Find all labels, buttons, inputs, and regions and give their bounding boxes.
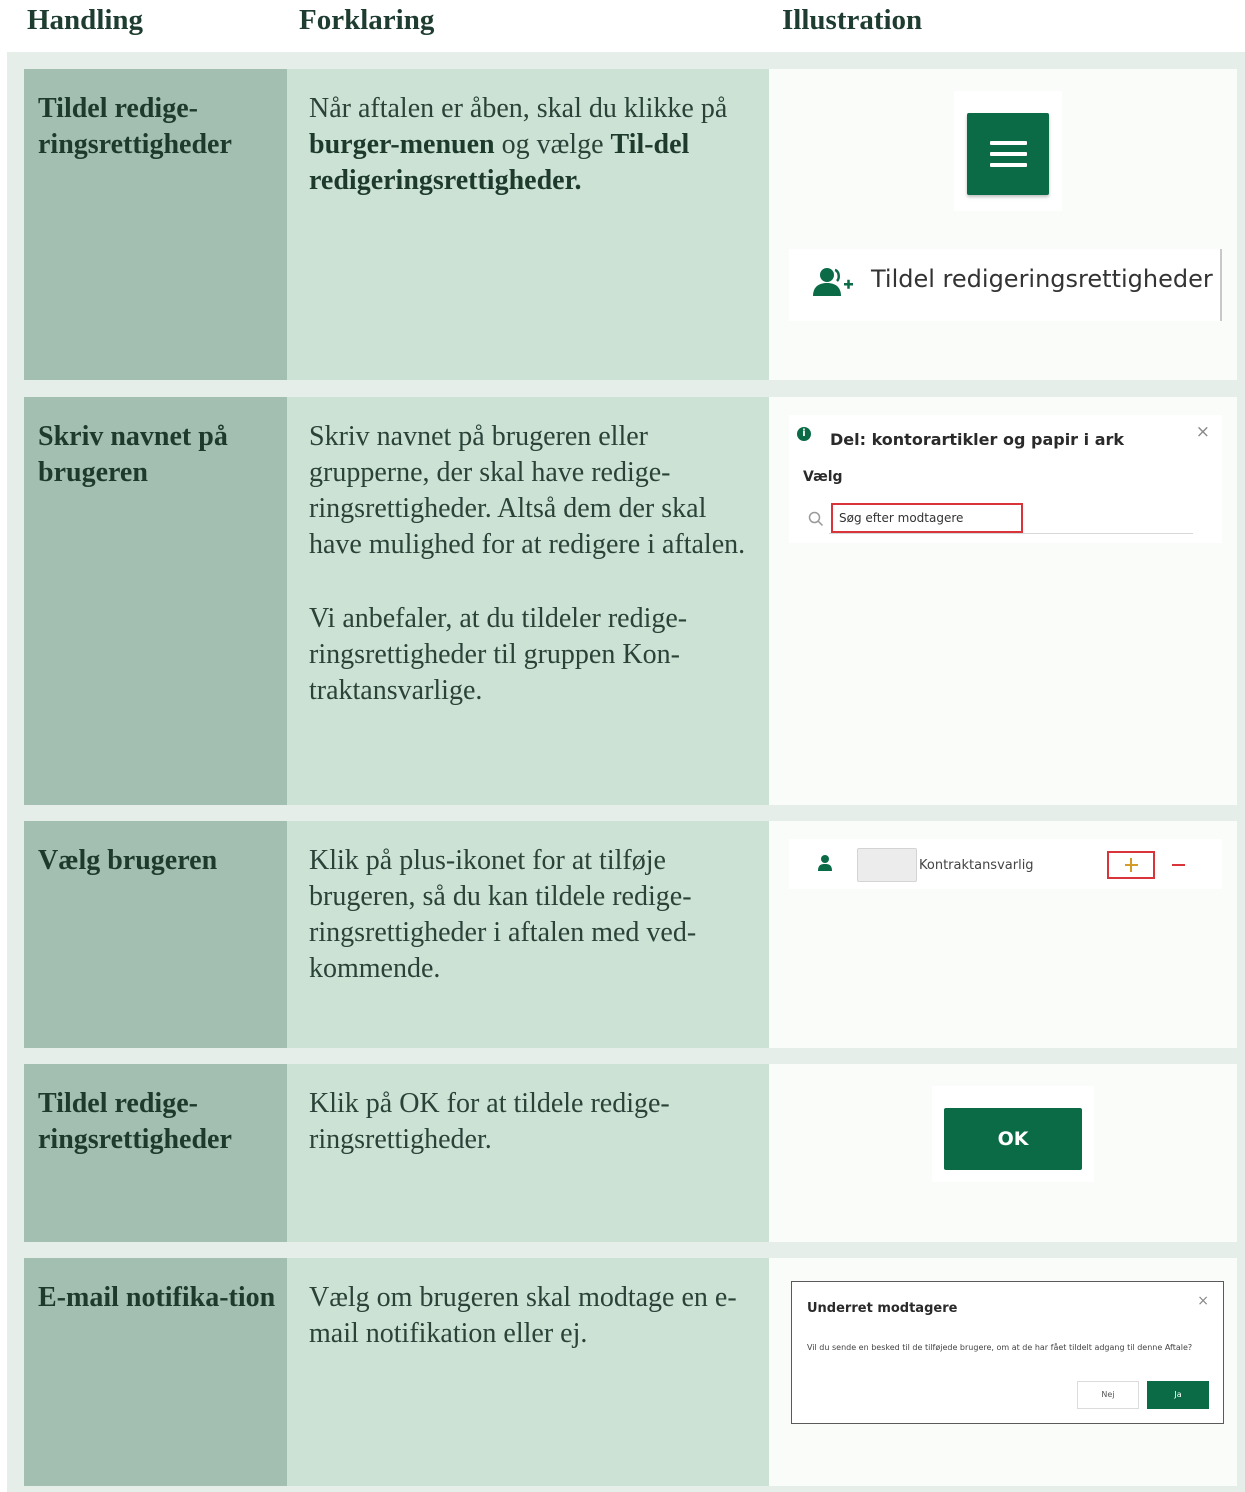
notify-dialog: Underret modtagere × Vil du sende en bes… [791, 1281, 1224, 1424]
info-icon: i [797, 427, 811, 441]
action-cell: E-mail notifika-tion [24, 1258, 287, 1486]
table-row: Tildel redige-ringsrettigheder Når aftal… [24, 69, 1237, 380]
explanation-paragraph: Vi anbefaler, at du tildeler redige-ring… [309, 603, 688, 706]
explanation-cell: Når aftalen er åben, skal du klikke på b… [287, 69, 769, 380]
illustration-cell: Kontraktansvarlig [769, 821, 1237, 1048]
table-row: Skriv navnet på brugeren Skriv navnet på… [24, 397, 1237, 805]
burger-menu-button[interactable] [967, 113, 1049, 195]
action-text: Tildel redige-ringsrettigheder [38, 93, 232, 160]
dialog-title: Underret modtagere [807, 1301, 958, 1316]
burger-menu-icon [990, 163, 1027, 167]
search-underline [829, 533, 1193, 534]
menu-item-grant-edit-rights[interactable]: Tildel redigeringsrettigheder [789, 249, 1222, 321]
header-handling: Handling [27, 4, 144, 36]
recipient-row: Kontraktansvarlig [789, 839, 1222, 889]
ok-illustration: OK [932, 1086, 1094, 1182]
action-text: Tildel redige-ringsrettigheder [38, 1088, 232, 1155]
explanation-text: Når aftalen er åben, skal du klikke på b… [309, 91, 759, 199]
table-row: E-mail notifika-tion Vælg om brugeren sk… [24, 1258, 1237, 1486]
header-forklaring: Forklaring [299, 4, 435, 36]
action-cell: Tildel redige-ringsrettigheder [24, 1064, 287, 1242]
explanation-text: Vælg om brugeren skal modtage en e-mail … [309, 1282, 737, 1349]
no-button[interactable]: Nej [1077, 1381, 1139, 1409]
avatar [857, 848, 917, 882]
add-recipient-button[interactable] [1107, 851, 1155, 879]
dialog-title: Del: kontorartikler og papir i ark [830, 430, 1125, 449]
action-cell: Skriv navnet på brugeren [24, 397, 287, 805]
plus-icon [1130, 858, 1132, 872]
table-row: Tildel redige-ringsrettigheder Klik på O… [24, 1064, 1237, 1242]
add-user-icon [813, 268, 853, 296]
explanation-cell: Vælg om brugeren skal modtage en e-mail … [287, 1258, 769, 1486]
recipient-name: Kontraktansvarlig [919, 858, 1034, 873]
illustration-cell: Underret modtagere × Vil du sende en bes… [769, 1258, 1237, 1486]
action-cell: Tildel redige-ringsrettigheder [24, 69, 287, 380]
explanation-part: Når aftalen er åben, skal du klikke på [309, 93, 728, 124]
search-placeholder: Søg efter modtagere [839, 511, 964, 525]
close-icon[interactable]: × [1196, 422, 1210, 442]
explanation-part: og vælge [494, 129, 611, 160]
user-icon [818, 855, 832, 871]
recipient-search-input[interactable]: Søg efter modtagere [831, 503, 1023, 533]
explanation-cell: Skriv navnet på brugeren eller grupperne… [287, 397, 769, 805]
header-illustration: Illustration [782, 4, 923, 36]
explanation-paragraph: Skriv navnet på brugeren eller grupperne… [309, 421, 746, 560]
close-icon[interactable]: × [1197, 1293, 1209, 1309]
table-header: Handling Forklaring Illustration [0, 0, 1245, 52]
explanation-cell: Klik på plus-ikonet for at tilføje bruge… [287, 821, 769, 1048]
select-label: Vælg [803, 469, 843, 485]
explanation-bold: burger-menuen [309, 129, 495, 160]
explanation-text: Klik på plus-ikonet for at tilføje bruge… [309, 845, 697, 984]
action-text: Vælg brugeren [38, 845, 218, 876]
action-text: E-mail notifika-tion [38, 1282, 276, 1313]
yes-button[interactable]: Ja [1147, 1381, 1209, 1409]
illustration-cell: OK [769, 1064, 1237, 1242]
action-cell: Vælg brugeren [24, 821, 287, 1048]
search-icon [808, 511, 824, 527]
menu-item-label: Tildel redigeringsrettigheder [871, 265, 1213, 293]
explanation-text: Skriv navnet på brugeren eller grupperne… [309, 419, 759, 709]
action-text: Skriv navnet på brugeren [38, 421, 228, 488]
burger-menu-icon [990, 152, 1027, 156]
illustration-cell: i Del: kontorartikler og papir i ark × V… [769, 397, 1237, 805]
illustration-cell: Tildel redigeringsrettigheder [769, 69, 1237, 380]
burger-menu-icon [990, 141, 1027, 145]
explanation-text: Klik på OK for at tildele redige-ringsre… [309, 1088, 670, 1155]
dialog-message: Vil du sende en besked til de tilføjede … [807, 1343, 1193, 1352]
remove-recipient-button[interactable] [1172, 864, 1185, 866]
share-dialog: i Del: kontorartikler og papir i ark × V… [789, 415, 1222, 543]
table-row: Vælg brugeren Klik på plus-ikonet for at… [24, 821, 1237, 1048]
explanation-cell: Klik på OK for at tildele redige-ringsre… [287, 1064, 769, 1242]
burger-illustration [954, 91, 1062, 211]
ok-button[interactable]: OK [944, 1108, 1082, 1170]
